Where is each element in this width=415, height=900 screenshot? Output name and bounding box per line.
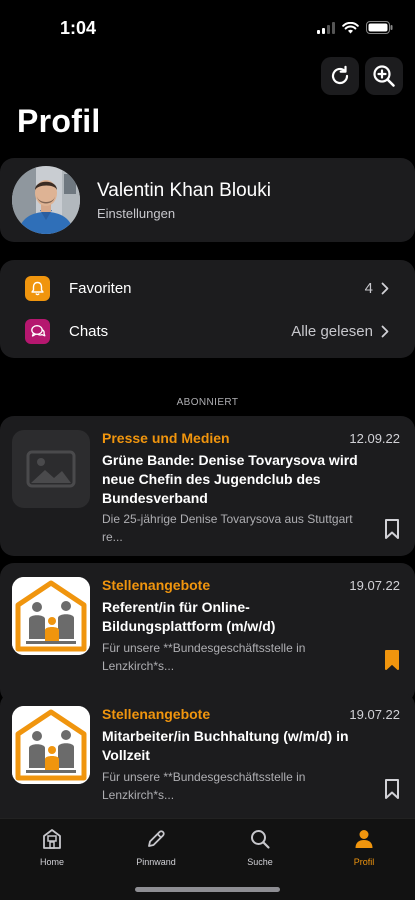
menu-card: Favoriten 4 Chats Alle gelesen xyxy=(0,260,415,358)
bookmark-icon[interactable] xyxy=(384,778,400,800)
chevron-right-icon xyxy=(381,282,389,294)
chat-bubbles-icon xyxy=(25,318,50,344)
menu-item-label: Favoriten xyxy=(69,279,132,297)
zoom-in-button[interactable] xyxy=(365,57,403,95)
section-label-subscribed: ABONNIERT xyxy=(176,397,239,408)
bookmark-icon[interactable] xyxy=(384,518,400,540)
news-card[interactable]: Stellenangebote 19.07.22 Mitarbeiter/in … xyxy=(0,692,415,832)
news-category: Presse und Medien xyxy=(102,430,230,446)
tab-label: Profil xyxy=(353,857,375,867)
settings-link[interactable]: Einstellungen xyxy=(97,206,175,221)
news-excerpt: Für unsere **Bundesgeschäftsstelle in Le… xyxy=(102,641,306,673)
menu-item-chats[interactable]: Chats Alle gelesen xyxy=(0,309,415,353)
refresh-button[interactable] xyxy=(321,57,359,95)
image-placeholder-icon xyxy=(12,430,90,508)
profile-name: Valentin Khan Blouki xyxy=(97,180,271,201)
menu-item-favorites[interactable]: Favoriten 4 xyxy=(0,266,415,310)
page-title: Profil xyxy=(17,103,101,139)
news-date: 19.07.22 xyxy=(349,578,400,593)
news-card[interactable]: Stellenangebote 19.07.22 Referent/in für… xyxy=(0,563,415,703)
status-icons xyxy=(317,21,393,34)
news-category: Stellenangebote xyxy=(102,577,211,593)
news-title: Grüne Bande: Denise Tovarysova wird neue… xyxy=(102,452,358,506)
news-date: 12.09.22 xyxy=(349,431,400,446)
bookmark-filled-icon[interactable] xyxy=(384,649,400,671)
chats-status: Alle gelesen xyxy=(291,322,373,340)
home-indicator xyxy=(135,887,280,892)
tab-label: Pinnwand xyxy=(136,857,176,867)
news-title: Referent/in für Online-Bildungsplattform… xyxy=(102,599,276,634)
news-category: Stellenangebote xyxy=(102,706,211,722)
status-time: 1:04 xyxy=(60,18,97,38)
signal-icon xyxy=(317,21,335,34)
refresh-icon xyxy=(331,65,349,85)
search-icon xyxy=(251,830,270,849)
news-date: 19.07.22 xyxy=(349,707,400,722)
chevron-right-icon xyxy=(381,325,389,337)
tab-profil[interactable]: Profil xyxy=(334,827,394,867)
status-bar: 1:04 xyxy=(0,0,415,56)
tab-label: Suche xyxy=(247,857,273,867)
news-excerpt: Für unsere **Bundesgeschäftsstelle in Le… xyxy=(102,770,306,802)
tab-suche[interactable]: Suche xyxy=(230,827,290,867)
zoom-in-icon xyxy=(373,65,395,87)
top-actions xyxy=(321,57,403,95)
avatar xyxy=(12,166,80,234)
wifi-icon xyxy=(342,21,359,33)
bell-icon xyxy=(25,275,50,301)
menu-item-label: Chats xyxy=(69,322,109,340)
tab-pinnwand[interactable]: Pinnwand xyxy=(126,827,186,867)
favorites-count: 4 xyxy=(364,279,373,297)
people-logo xyxy=(12,577,90,655)
news-card[interactable]: Presse und Medien 12.09.22 Grüne Bande: … xyxy=(0,416,415,556)
person-icon xyxy=(355,830,373,848)
tab-home[interactable]: Home xyxy=(22,827,82,867)
pencil-icon xyxy=(148,830,165,847)
tab-label: Home xyxy=(39,857,64,867)
people-logo xyxy=(12,706,90,784)
home-icon xyxy=(43,829,61,849)
news-excerpt: Die 25-jährige Denise Tovarysova aus Stu… xyxy=(102,512,353,544)
news-title: Mitarbeiter/in Buchhaltung (w/m/d) in Vo… xyxy=(102,728,349,763)
battery-icon xyxy=(366,21,393,34)
